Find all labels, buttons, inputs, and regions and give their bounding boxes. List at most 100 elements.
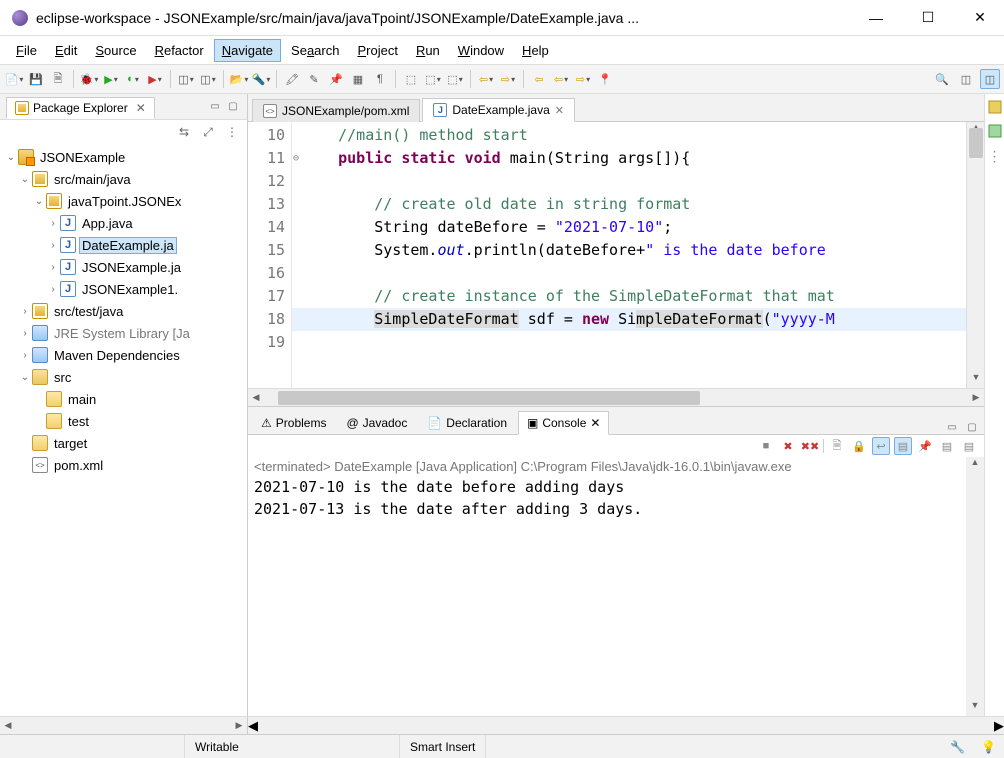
maximize-view-button[interactable]: ▢ — [225, 100, 241, 114]
step-over-button[interactable]: ⬚ — [445, 69, 465, 89]
pin-button[interactable]: 📌 — [326, 69, 346, 89]
close-icon[interactable]: ✕ — [590, 416, 600, 430]
scroll-lock-button[interactable]: 🔒 — [850, 437, 868, 455]
save-button[interactable]: 💾 — [26, 69, 46, 89]
tree-item[interactable]: ⌄javaTpoint.JSONEx — [4, 190, 243, 212]
open-console-button[interactable]: ▤ — [960, 437, 978, 455]
view-menu-button[interactable]: ⋮ — [223, 123, 241, 141]
close-button[interactable]: ✕ — [968, 6, 992, 30]
hscroll-thumb[interactable] — [278, 391, 700, 405]
build-icon[interactable]: 🔧 — [942, 740, 973, 754]
java-perspective-button[interactable]: ◫ — [980, 69, 1000, 89]
scroll-down-arrow[interactable]: ▼ — [967, 372, 985, 388]
clear-console-button[interactable]: 🗎 — [828, 437, 846, 455]
terminate-button[interactable]: ■ — [757, 437, 775, 455]
open-type-button[interactable]: 📂 — [229, 69, 249, 89]
package-explorer-hscroll[interactable]: ◀▶ — [0, 716, 248, 734]
maximize-button[interactable]: ☐ — [916, 6, 940, 30]
show-console-button[interactable]: ▤ — [894, 437, 912, 455]
menu-ile[interactable]: File — [8, 39, 45, 62]
debug-button[interactable]: 🐞 — [79, 69, 99, 89]
menu-elp[interactable]: Help — [514, 39, 557, 62]
line-number-gutter[interactable]: 10111213141516171819 — [248, 122, 292, 388]
editor-tab[interactable]: JSONExample/pom.xml — [252, 99, 420, 122]
tree-item[interactable]: ›src/test/java — [4, 300, 243, 322]
console-hscroll[interactable]: ◀▶ — [248, 716, 1004, 734]
tree-item[interactable]: test — [4, 410, 243, 432]
tree-item[interactable]: ›JDateExample.ja — [4, 234, 243, 256]
menu-earch[interactable]: Seaarch — [283, 39, 347, 62]
tree-item[interactable]: target — [4, 432, 243, 454]
back-history-button[interactable]: ⇦ — [551, 69, 571, 89]
run-button[interactable]: ▶ — [101, 69, 121, 89]
minimize-button[interactable]: — — [864, 6, 888, 30]
console-scrollbar[interactable]: ▲ ▼ — [966, 457, 984, 716]
editor-horizontal-scrollbar[interactable]: ◀ ▶ — [248, 388, 984, 406]
pin-editor-button[interactable]: 📍 — [595, 69, 615, 89]
close-icon[interactable]: ✕ — [555, 104, 564, 117]
outline-view-shortcut[interactable] — [988, 100, 1002, 114]
new-java-button[interactable]: ◫ — [176, 69, 196, 89]
toggle-block-button[interactable]: ▦ — [348, 69, 368, 89]
forward-history-button[interactable]: ⇨ — [573, 69, 593, 89]
maximize-view-button[interactable]: ▢ — [964, 420, 980, 434]
step-into-button[interactable]: ⬚ — [423, 69, 443, 89]
tree-item[interactable]: ›JApp.java — [4, 212, 243, 234]
tree-item[interactable]: main — [4, 388, 243, 410]
tree-item[interactable]: pom.xml — [4, 454, 243, 476]
menu-avigate[interactable]: Navigate — [214, 39, 281, 62]
minimize-view-button[interactable]: ▭ — [207, 100, 223, 114]
toggle-breadcrumb-button[interactable]: ✎ — [304, 69, 324, 89]
tree-item[interactable]: ⌄src/main/java — [4, 168, 243, 190]
new-button[interactable]: 📄 — [4, 69, 24, 89]
save-all-button[interactable]: 🗎 — [48, 69, 68, 89]
remove-launch-button[interactable]: ✖ — [779, 437, 797, 455]
show-whitespace-button[interactable]: ¶ — [370, 69, 390, 89]
package-explorer-tree[interactable]: ⌄JSONExample⌄src/main/java⌄javaTpoint.JS… — [0, 144, 247, 716]
bottom-tab-problems[interactable]: ⚠Problems — [252, 411, 335, 435]
nav-back-arrow-button[interactable]: ⇦ — [476, 69, 496, 89]
bottom-tab-declaration[interactable]: 📄Declaration — [418, 411, 516, 435]
editor-tab[interactable]: JDateExample.java✕ — [422, 98, 575, 122]
display-selected-button[interactable]: ▤ — [938, 437, 956, 455]
minimize-view-button[interactable]: ▭ — [944, 420, 960, 434]
menu-efactor[interactable]: Refactor — [147, 39, 212, 62]
search-button[interactable]: 🔦 — [251, 69, 271, 89]
toggle-mark-button[interactable]: 🖍 — [282, 69, 302, 89]
scroll-right-arrow[interactable]: ▶ — [968, 392, 984, 403]
bottom-tab-console[interactable]: ▣Console ✕ — [518, 411, 609, 435]
code-editor[interactable]: //main() method start public static void… — [292, 122, 966, 388]
tree-item[interactable]: ⌄JSONExample — [4, 146, 243, 168]
nav-fwd-arrow-button[interactable]: ⇨ — [498, 69, 518, 89]
prev-annotation-button[interactable]: ⇦ — [529, 69, 549, 89]
remove-all-button[interactable]: ✖✖ — [801, 437, 819, 455]
run-last-button[interactable]: ▶ — [145, 69, 165, 89]
scroll-thumb[interactable] — [969, 128, 983, 158]
scroll-left-arrow[interactable]: ◀ — [248, 392, 264, 403]
tree-item[interactable]: ›Maven Dependencies — [4, 344, 243, 366]
link-editor-button[interactable]: ⤢ — [199, 123, 217, 141]
coverage-button[interactable]: ◐ — [123, 69, 143, 89]
close-icon[interactable]: ✕ — [136, 101, 146, 115]
menu-dit[interactable]: Edit — [47, 39, 85, 62]
word-wrap-button[interactable]: ↩ — [872, 437, 890, 455]
tree-item[interactable]: ⌄src — [4, 366, 243, 388]
collapse-all-button[interactable]: ⇆ — [175, 123, 193, 141]
open-perspective-button[interactable]: ◫ — [956, 69, 976, 89]
tree-item[interactable]: ›JRE System Library [Ja — [4, 322, 243, 344]
menu-indow[interactable]: Window — [450, 39, 512, 62]
menu-roject[interactable]: Project — [349, 39, 405, 62]
menu-ource[interactable]: Source — [87, 39, 144, 62]
task-list-shortcut[interactable] — [988, 124, 1002, 138]
quick-access-button[interactable]: 🔍 — [932, 69, 952, 89]
menu-un[interactable]: Run — [408, 39, 448, 62]
bottom-tab-javadoc[interactable]: @Javadoc — [337, 411, 416, 435]
tree-item[interactable]: ›JJSONExample.ja — [4, 256, 243, 278]
console-body[interactable]: <terminated> DateExample [Java Applicati… — [248, 457, 984, 716]
editor-vertical-scrollbar[interactable]: ▲ ▼ — [966, 122, 984, 388]
package-explorer-tab[interactable]: Package Explorer ✕ — [6, 97, 155, 119]
pin-console-button[interactable]: 📌 — [916, 437, 934, 455]
tip-icon[interactable]: 💡 — [973, 740, 1004, 754]
tree-item[interactable]: ›JJSONExample1. — [4, 278, 243, 300]
step-button[interactable]: ⬚ — [401, 69, 421, 89]
